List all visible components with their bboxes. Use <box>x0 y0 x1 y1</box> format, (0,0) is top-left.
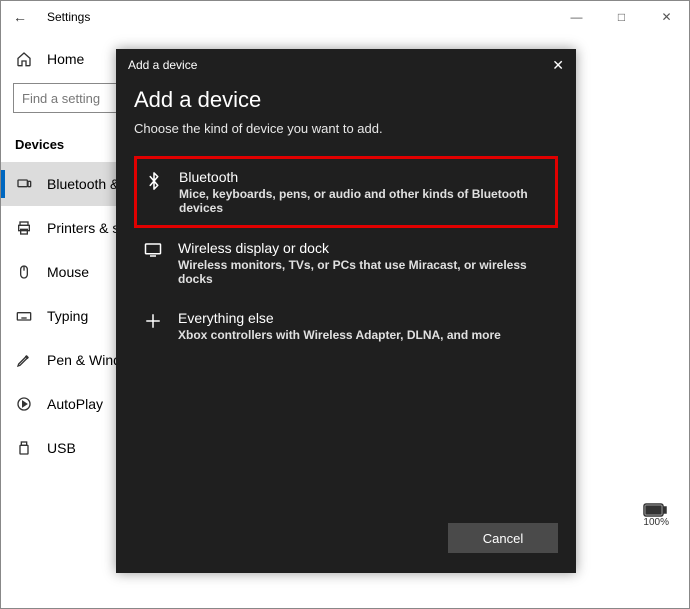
battery-icon <box>643 503 669 517</box>
option-everything-else[interactable]: Everything else Xbox controllers with Wi… <box>134 298 558 354</box>
option-bluetooth[interactable]: Bluetooth Mice, keyboards, pens, or audi… <box>134 156 558 228</box>
battery-status: 100% <box>643 503 669 528</box>
option-desc: Wireless monitors, TVs, or PCs that use … <box>178 258 550 286</box>
battery-percent: 100% <box>643 517 669 528</box>
add-device-dialog: Add a device ✕ Add a device Choose the k… <box>116 49 576 573</box>
minimize-button[interactable]: — <box>554 2 599 32</box>
dialog-titlebar-text: Add a device <box>128 58 197 72</box>
mouse-icon <box>15 264 33 280</box>
dialog-footer: Cancel <box>116 509 576 573</box>
dialog-heading: Add a device <box>134 87 558 113</box>
option-title: Everything else <box>178 310 550 326</box>
pen-icon <box>15 352 33 368</box>
dialog-titlebar: Add a device ✕ <box>116 49 576 81</box>
bluetooth-icon <box>143 169 165 215</box>
back-icon[interactable]: ← <box>9 9 31 25</box>
maximize-button[interactable]: □ <box>599 2 644 32</box>
cancel-button[interactable]: Cancel <box>448 523 558 553</box>
nav-label: USB <box>47 440 76 456</box>
usb-icon <box>15 440 33 456</box>
option-title: Wireless display or dock <box>178 240 550 256</box>
home-label: Home <box>47 51 84 67</box>
window-titlebar: ← Settings — □ ✕ <box>1 1 689 33</box>
nav-label: Mouse <box>47 264 89 280</box>
option-desc: Xbox controllers with Wireless Adapter, … <box>178 328 550 342</box>
option-desc: Mice, keyboards, pens, or audio and othe… <box>179 187 549 215</box>
search-placeholder: Find a setting <box>22 91 100 106</box>
nav-label: AutoPlay <box>47 396 103 412</box>
option-title: Bluetooth <box>179 169 549 185</box>
keyboard-icon <box>15 308 33 324</box>
window-title: Settings <box>47 10 90 24</box>
window-controls: — □ ✕ <box>554 2 689 32</box>
close-icon[interactable]: ✕ <box>552 57 564 74</box>
nav-label: Typing <box>47 308 88 324</box>
option-wireless-display[interactable]: Wireless display or dock Wireless monito… <box>134 228 558 298</box>
autoplay-icon <box>15 396 33 412</box>
devices-icon <box>15 176 33 192</box>
display-icon <box>142 240 164 286</box>
home-icon <box>15 51 33 67</box>
plus-icon <box>142 310 164 342</box>
close-button[interactable]: ✕ <box>644 2 689 32</box>
printer-icon <box>15 220 33 236</box>
dialog-subtitle: Choose the kind of device you want to ad… <box>134 121 558 136</box>
